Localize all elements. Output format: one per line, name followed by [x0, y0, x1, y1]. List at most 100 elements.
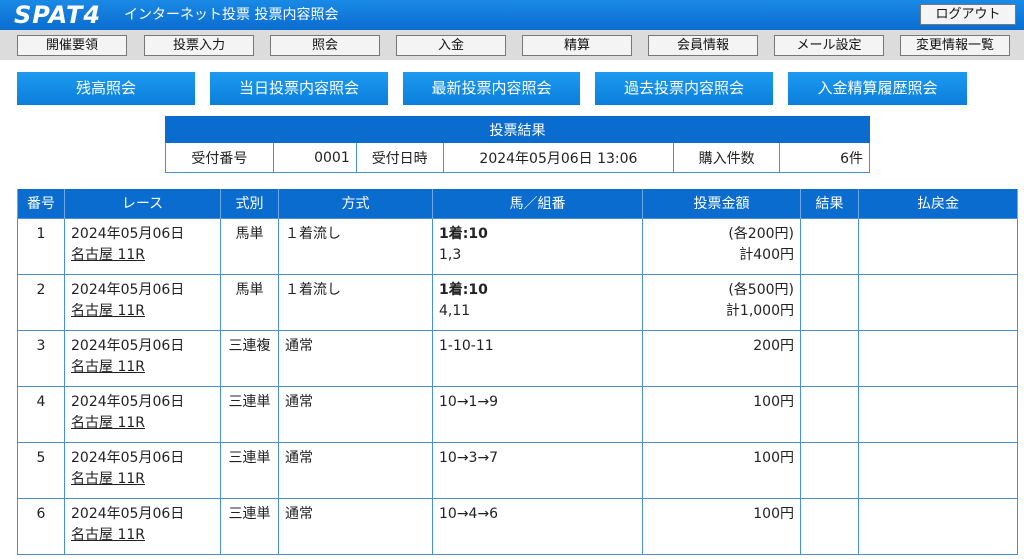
race-link[interactable]: 名古屋 11R — [71, 525, 214, 546]
table-row: 2 2024年05月06日 名古屋 11R 馬単 １着流し 1着:10 4,11 (… — [17, 273, 1018, 331]
nav-schedule-button[interactable]: 開催要領 — [17, 35, 127, 56]
deposit-history-button[interactable]: 入金精算履歴照会 — [788, 72, 967, 105]
nav-member-info-button[interactable]: 会員情報 — [648, 35, 758, 56]
nav-bet-input-button[interactable]: 投票入力 — [144, 35, 254, 56]
result — [800, 217, 859, 275]
combination-cell: 1着:10 4,11 — [432, 273, 643, 331]
bet-method: １着流し — [278, 217, 433, 275]
bet-method: 通常 — [278, 441, 433, 499]
past-bets-button[interactable]: 過去投票内容照会 — [595, 72, 773, 105]
bet-type: 三連複 — [220, 329, 279, 387]
main-nav: 開催要領 投票入力 照会 入金 精算 会員情報 メール設定 変更情報一覧 — [0, 30, 1024, 60]
bet-summary-table: 投票結果 受付番号 0001 受付日時 2024年05月06日 13:06 購入… — [165, 116, 870, 173]
balance-inquiry-button[interactable]: 残高照会 — [17, 72, 195, 105]
amount-cell: 200円 — [642, 329, 801, 387]
combination-cell: 1-10-11 — [432, 329, 643, 387]
logout-button[interactable]: ログアウト — [920, 4, 1016, 25]
race-link[interactable]: 名古屋 11R — [71, 357, 214, 378]
nav-settlement-button[interactable]: 精算 — [522, 35, 632, 56]
row-number: 1 — [17, 217, 65, 275]
amount-cell: 100円 — [642, 441, 801, 499]
bet-type: 馬単 — [220, 273, 279, 331]
amount-cell: 100円 — [642, 385, 801, 443]
race-cell: 2024年05月06日名古屋 11R — [64, 273, 221, 331]
nav-change-list-button[interactable]: 変更情報一覧 — [900, 35, 1010, 56]
race-date: 2024年05月06日 — [71, 393, 185, 410]
result — [800, 497, 859, 555]
nav-inquiry-button[interactable]: 照会 — [270, 35, 380, 56]
amount-total: 100円 — [753, 393, 794, 410]
bet-method: 通常 — [278, 329, 433, 387]
row-number: 5 — [17, 441, 65, 499]
payout — [858, 497, 1018, 555]
race-date: 2024年05月06日 — [71, 449, 185, 466]
purchase-count-label: 購入件数 — [673, 142, 781, 173]
combination: 10→1→9 — [439, 393, 499, 410]
table-row: 1 2024年05月06日 名古屋 11R 馬単 １着流し 1着:10 1,3 (各… — [17, 217, 1018, 275]
race-cell: 2024年05月06日名古屋 11R — [64, 329, 221, 387]
combination: 10→4→6 — [439, 505, 499, 522]
row-number: 4 — [17, 385, 65, 443]
bet-method: 通常 — [278, 497, 433, 555]
combination: 1-10-11 — [439, 337, 494, 354]
race-cell: 2024年05月06日名古屋 11R — [64, 385, 221, 443]
table-row: 3 2024年05月06日名古屋 11R 三連複 通常 1-10-11 200円 — [17, 329, 1018, 387]
combination-head: 1着:10 — [439, 225, 488, 242]
race-date: 2024年05月06日 — [71, 505, 185, 522]
col-header-number: 番号 — [17, 189, 65, 218]
bet-detail-table: 番号 レース 式別 方式 馬／組番 投票金額 結果 払戻金 1 2024年05月… — [17, 189, 1018, 555]
header: SPAT4 インターネット投票 投票内容照会 ログアウト — [0, 0, 1024, 30]
nav-mail-settings-button[interactable]: メール設定 — [774, 35, 884, 56]
col-header-result: 結果 — [800, 189, 859, 218]
row-number: 6 — [17, 497, 65, 555]
bet-type: 馬単 — [220, 217, 279, 275]
latest-bets-button[interactable]: 最新投票内容照会 — [403, 72, 580, 105]
payout — [858, 273, 1018, 331]
amount-total: 200円 — [753, 337, 794, 354]
combination-cell: 10→4→6 — [432, 497, 643, 555]
amount-total: 100円 — [753, 505, 794, 522]
amount-total: 計400円 — [739, 246, 794, 263]
nav-deposit-button[interactable]: 入金 — [396, 35, 506, 56]
summary-title: 投票結果 — [165, 116, 870, 143]
col-header-type: 式別 — [220, 189, 279, 218]
amount-cell: (各500円) 計1,000円 — [642, 273, 801, 331]
today-bets-button[interactable]: 当日投票内容照会 — [210, 72, 388, 105]
amount-each: (各500円) — [728, 281, 794, 298]
payout — [858, 441, 1018, 499]
race-link[interactable]: 名古屋 11R — [71, 469, 214, 490]
payout — [858, 329, 1018, 387]
race-cell: 2024年05月06日名古屋 11R — [64, 441, 221, 499]
result — [800, 441, 859, 499]
race-date: 2024年05月06日 — [71, 281, 185, 298]
receipt-date: 2024年05月06日 13:06 — [442, 142, 675, 173]
amount-cell: (各200円) 計400円 — [642, 217, 801, 275]
combination: 10→3→7 — [439, 449, 499, 466]
page-title: インターネット投票 投票内容照会 — [124, 7, 339, 23]
purchase-count: 6件 — [779, 142, 870, 173]
col-header-combination: 馬／組番 — [432, 189, 643, 218]
race-link[interactable]: 名古屋 11R — [71, 413, 214, 434]
race-date: 2024年05月06日 — [71, 337, 185, 354]
amount-total: 100円 — [753, 449, 794, 466]
race-cell: 2024年05月06日名古屋 11R — [64, 497, 221, 555]
combination-cell: 10→1→9 — [432, 385, 643, 443]
receipt-no-label: 受付番号 — [165, 142, 274, 173]
combination-head: 1着:10 — [439, 281, 488, 298]
bet-method: 通常 — [278, 385, 433, 443]
race-cell: 2024年05月06日 名古屋 11R — [64, 217, 221, 275]
row-number: 3 — [17, 329, 65, 387]
table-row: 5 2024年05月06日名古屋 11R 三連単 通常 10→3→7 100円 — [17, 441, 1018, 499]
race-link[interactable]: 名古屋 11R — [71, 301, 214, 322]
bet-method: １着流し — [278, 273, 433, 331]
combination: 1,3 — [439, 246, 462, 263]
col-header-race: レース — [64, 189, 221, 218]
amount-cell: 100円 — [642, 497, 801, 555]
race-link[interactable]: 名古屋 11R — [71, 245, 214, 266]
result — [800, 385, 859, 443]
bet-type: 三連単 — [220, 441, 279, 499]
amount-total: 計1,000円 — [725, 302, 794, 319]
amount-each: (各200円) — [728, 225, 794, 242]
receipt-date-label: 受付日時 — [355, 142, 444, 173]
bet-type: 三連単 — [220, 385, 279, 443]
